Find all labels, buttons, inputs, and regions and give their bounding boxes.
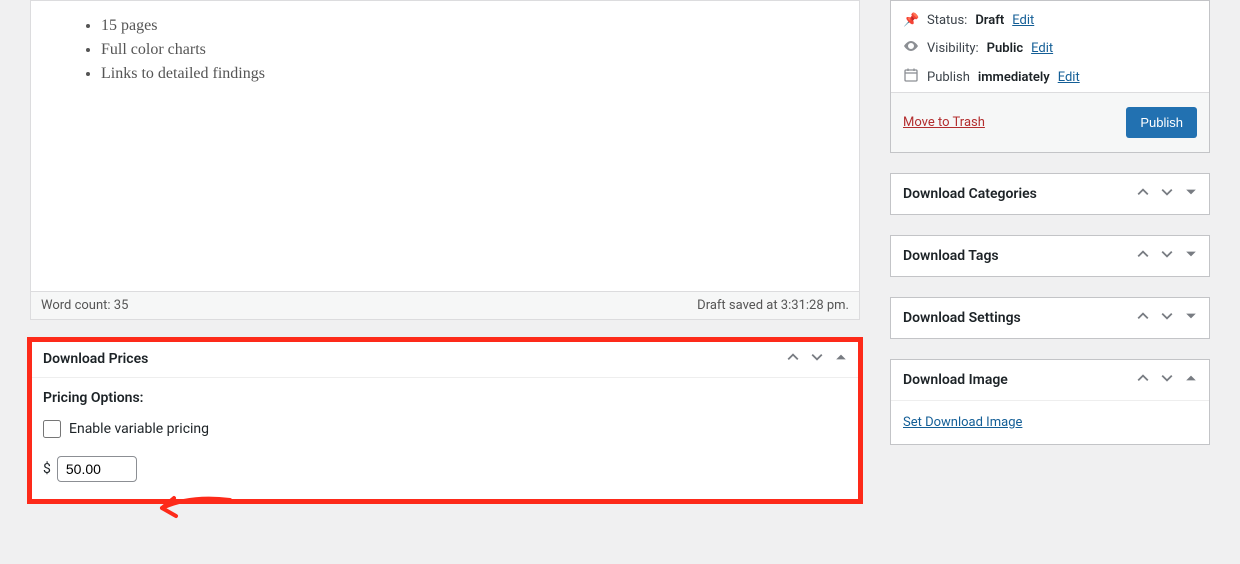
currency-symbol: $: [43, 461, 51, 477]
publish-button[interactable]: Publish: [1126, 107, 1197, 138]
pin-icon: 📌: [903, 13, 919, 28]
move-up-icon[interactable]: [1137, 186, 1149, 202]
editor-content-box: 15 pages Full color charts Links to deta…: [30, 0, 860, 291]
variable-pricing-checkbox[interactable]: [43, 420, 61, 438]
download-prices-title: Download Prices: [43, 351, 148, 367]
toggle-icon[interactable]: [1185, 310, 1197, 326]
eye-icon: [903, 40, 919, 56]
draft-saved-text: Draft saved at 3:31:28 pm.: [697, 298, 849, 313]
move-down-icon[interactable]: [811, 351, 823, 367]
set-download-image-link[interactable]: Set Download Image: [903, 415, 1022, 430]
download-image-panel: Download Image Set Download Image: [890, 359, 1210, 445]
editor-status-bar: Word count: 35 Draft saved at 3:31:28 pm…: [30, 291, 860, 320]
visibility-label: Visibility:: [927, 41, 979, 56]
list-item: Full color charts: [101, 41, 849, 59]
move-up-icon[interactable]: [787, 351, 799, 367]
download-settings-panel[interactable]: Download Settings: [890, 297, 1210, 339]
download-prices-box: Download Prices Pricing Options: Enable …: [30, 340, 860, 501]
toggle-icon[interactable]: [1185, 248, 1197, 264]
download-categories-panel[interactable]: Download Categories: [890, 173, 1210, 215]
edit-schedule-link[interactable]: Edit: [1058, 70, 1080, 85]
move-to-trash-link[interactable]: Move to Trash: [903, 115, 985, 130]
download-image-title: Download Image: [903, 372, 1008, 388]
variable-pricing-row[interactable]: Enable variable pricing: [43, 420, 847, 438]
edit-visibility-link[interactable]: Edit: [1031, 41, 1053, 56]
move-up-icon[interactable]: [1137, 372, 1149, 388]
editor-content[interactable]: 15 pages Full color charts Links to deta…: [31, 1, 859, 291]
edit-status-link[interactable]: Edit: [1012, 13, 1034, 28]
publish-schedule-value: immediately: [978, 70, 1050, 85]
publish-box: 📌 Status: Draft Edit Visibility: Public …: [890, 0, 1210, 153]
move-down-icon[interactable]: [1161, 372, 1173, 388]
list-item: 15 pages: [101, 17, 849, 35]
publish-schedule-label: Publish: [927, 70, 970, 85]
list-item: Links to detailed findings: [101, 65, 849, 83]
variable-pricing-label: Enable variable pricing: [69, 421, 209, 437]
move-up-icon[interactable]: [1137, 248, 1149, 264]
status-label: Status:: [927, 13, 967, 28]
download-tags-title: Download Tags: [903, 248, 999, 264]
toggle-icon[interactable]: [1185, 372, 1197, 388]
download-settings-title: Download Settings: [903, 310, 1021, 326]
move-down-icon[interactable]: [1161, 186, 1173, 202]
status-value: Draft: [975, 13, 1004, 28]
move-down-icon[interactable]: [1161, 310, 1173, 326]
calendar-icon: [903, 68, 919, 86]
toggle-icon[interactable]: [835, 351, 847, 367]
pricing-options-label: Pricing Options:: [43, 390, 847, 406]
visibility-value: Public: [987, 41, 1023, 56]
download-categories-title: Download Categories: [903, 186, 1037, 202]
word-count: Word count: 35: [41, 298, 128, 313]
move-down-icon[interactable]: [1161, 248, 1173, 264]
download-tags-panel[interactable]: Download Tags: [890, 235, 1210, 277]
price-input[interactable]: [57, 456, 137, 482]
move-up-icon[interactable]: [1137, 310, 1149, 326]
toggle-icon[interactable]: [1185, 186, 1197, 202]
